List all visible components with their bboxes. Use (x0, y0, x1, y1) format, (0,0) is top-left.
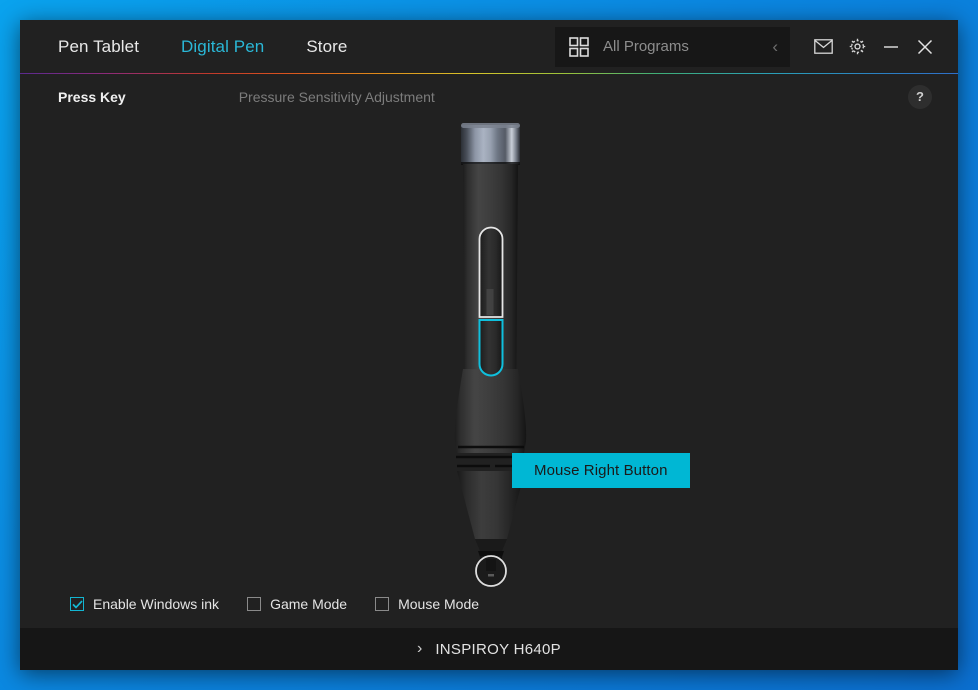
application-window: Pen Tablet Digital Pen Store All Program… (20, 20, 958, 670)
all-programs-selector[interactable]: All Programs ‹ (555, 26, 790, 67)
pen-configuration-stage: Mouse Right Button Enable Windows ink Ga… (20, 119, 958, 628)
checkbox-game-mode[interactable] (247, 597, 262, 611)
option-enable-windows-ink-label: Enable Windows ink (93, 596, 220, 612)
main-navigation-tabs: Pen Tablet Digital Pen Store (58, 37, 389, 57)
pen-button-callout-label: Mouse Right Button (534, 462, 668, 479)
checkbox-enable-windows-ink[interactable] (70, 597, 84, 611)
tab-pressure-sensitivity-label: Pressure Sensitivity Adjustment (238, 88, 435, 105)
nav-tab-store[interactable]: Store (306, 37, 347, 57)
checkbox-mouse-mode[interactable] (375, 597, 390, 611)
options-row: Enable Windows ink Game Mode Mouse Mode (70, 596, 507, 612)
close-icon[interactable] (910, 32, 940, 62)
option-mouse-mode[interactable]: Mouse Mode (375, 596, 479, 612)
nav-tab-pen-tablet-label: Pen Tablet (58, 36, 140, 56)
pen-nib-indicator (475, 555, 507, 587)
tab-press-key-label: Press Key (58, 88, 126, 105)
minimize-icon[interactable] (876, 32, 906, 62)
connected-device-name: INSPIROY H640P (435, 640, 561, 658)
gear-icon[interactable] (842, 32, 872, 62)
option-game-mode[interactable]: Game Mode (247, 596, 347, 612)
device-selector-bar[interactable]: › INSPIROY H640P (20, 628, 958, 670)
window-header: Pen Tablet Digital Pen Store All Program… (20, 20, 958, 73)
nav-tab-pen-tablet[interactable]: Pen Tablet (58, 37, 139, 57)
section-tabs: Press Key Pressure Sensitivity Adjustmen… (20, 74, 958, 119)
header-right-controls: All Programs ‹ (555, 26, 940, 67)
pen-button-lower-highlighted (478, 319, 504, 377)
nav-tab-digital-pen[interactable]: Digital Pen (181, 37, 264, 57)
pen-grip (454, 369, 527, 453)
mail-icon[interactable] (808, 32, 838, 62)
option-mouse-mode-label: Mouse Mode (398, 596, 480, 612)
pen-cap (461, 123, 520, 165)
grid-icon (569, 36, 589, 57)
digital-pen-illustration (20, 119, 958, 628)
pen-button-upper (478, 226, 504, 318)
all-programs-label: All Programs (603, 38, 689, 55)
nav-tab-store-label: Store (306, 36, 348, 56)
help-icon[interactable]: ? (908, 84, 932, 109)
chevron-left-icon[interactable]: ‹ (766, 38, 778, 55)
option-game-mode-label: Game Mode (270, 596, 348, 612)
option-enable-windows-ink[interactable]: Enable Windows ink (70, 596, 219, 612)
tab-press-key[interactable]: Press Key (58, 89, 126, 105)
nav-tab-digital-pen-label: Digital Pen (181, 36, 265, 56)
tab-pressure-sensitivity[interactable]: Pressure Sensitivity Adjustment (239, 89, 435, 105)
chevron-right-icon: › (417, 640, 423, 657)
pen-button-callout[interactable]: Mouse Right Button (512, 453, 690, 488)
